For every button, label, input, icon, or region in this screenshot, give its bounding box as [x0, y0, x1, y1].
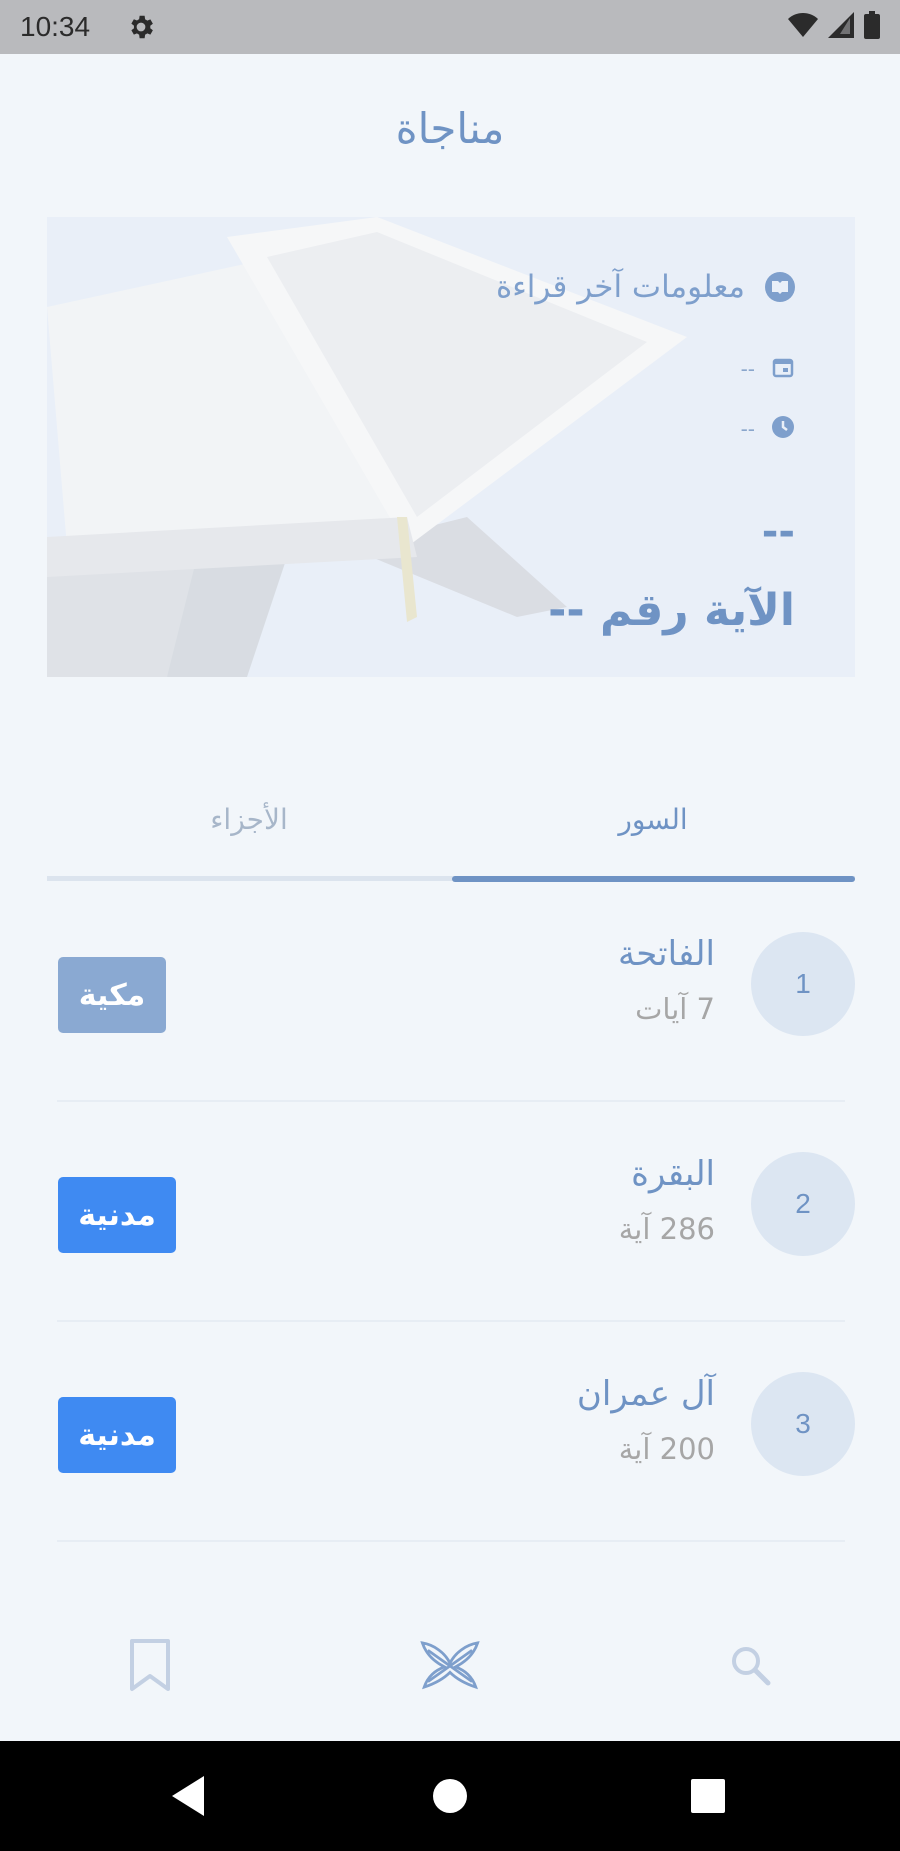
- last-reading-date: --: [740, 357, 755, 381]
- bookmark-icon[interactable]: [115, 1630, 185, 1700]
- surah-number: 2: [751, 1152, 855, 1256]
- surah-name: الفاتحة: [617, 934, 715, 974]
- surah-row[interactable]: 3 آل عمران 200 آية مدنية: [47, 1322, 855, 1542]
- book-icon: [765, 272, 795, 302]
- tab-juz[interactable]: الأجزاء: [47, 760, 451, 878]
- wifi-icon: [788, 12, 818, 42]
- app-title: مناجاة: [395, 104, 505, 153]
- last-reading-time: --: [740, 417, 755, 441]
- status-time: 10:34: [20, 11, 91, 42]
- recents-icon[interactable]: [668, 1741, 748, 1851]
- system-navigation-bar: [0, 1741, 900, 1851]
- surah-type-badge: مدنية: [58, 1397, 176, 1473]
- surah-name: آل عمران: [576, 1374, 715, 1414]
- last-reading-card[interactable]: معلومات آخر قراءة -- -- -- الآية رقم --: [47, 217, 855, 677]
- last-reading-date-row: --: [741, 355, 795, 383]
- bottom-navigation: [0, 1590, 900, 1740]
- last-reading-surah: --: [761, 509, 795, 555]
- surah-type-badge: مدنية: [58, 1177, 176, 1253]
- battery-icon: [864, 11, 880, 43]
- tab-surah[interactable]: السور: [451, 760, 855, 878]
- quran-icon[interactable]: [415, 1630, 485, 1700]
- last-reading-time-row: --: [741, 415, 795, 443]
- last-reading-header: معلومات آخر قراءة: [496, 269, 795, 305]
- surah-ayah-count: 286 آية: [618, 1212, 715, 1246]
- surah-row[interactable]: 2 البقرة 286 آية مدنية: [47, 1102, 855, 1322]
- last-reading-title: معلومات آخر قراءة: [495, 269, 745, 305]
- signal-icon: [828, 12, 854, 42]
- surah-ayah-count: 7 آيات: [635, 992, 715, 1026]
- home-icon[interactable]: [410, 1741, 490, 1851]
- divider: [57, 1540, 845, 1542]
- search-icon[interactable]: [715, 1630, 785, 1700]
- back-icon[interactable]: [148, 1741, 228, 1851]
- surah-row[interactable]: 1 الفاتحة 7 آيات مكية: [47, 882, 855, 1102]
- surah-name: البقرة: [631, 1154, 715, 1194]
- settings-gear-icon: [126, 12, 156, 42]
- clock-icon: [771, 415, 795, 443]
- status-bar: 10:34: [0, 0, 900, 54]
- last-reading-ayah: الآية رقم --: [548, 585, 795, 636]
- surah-number: 3: [751, 1372, 855, 1476]
- tab-bar: الأجزاء السور: [47, 760, 855, 882]
- surah-number: 1: [751, 932, 855, 1036]
- surah-type-badge: مكية: [58, 957, 166, 1033]
- surah-ayah-count: 200 آية: [618, 1432, 715, 1466]
- calendar-icon: [771, 355, 795, 383]
